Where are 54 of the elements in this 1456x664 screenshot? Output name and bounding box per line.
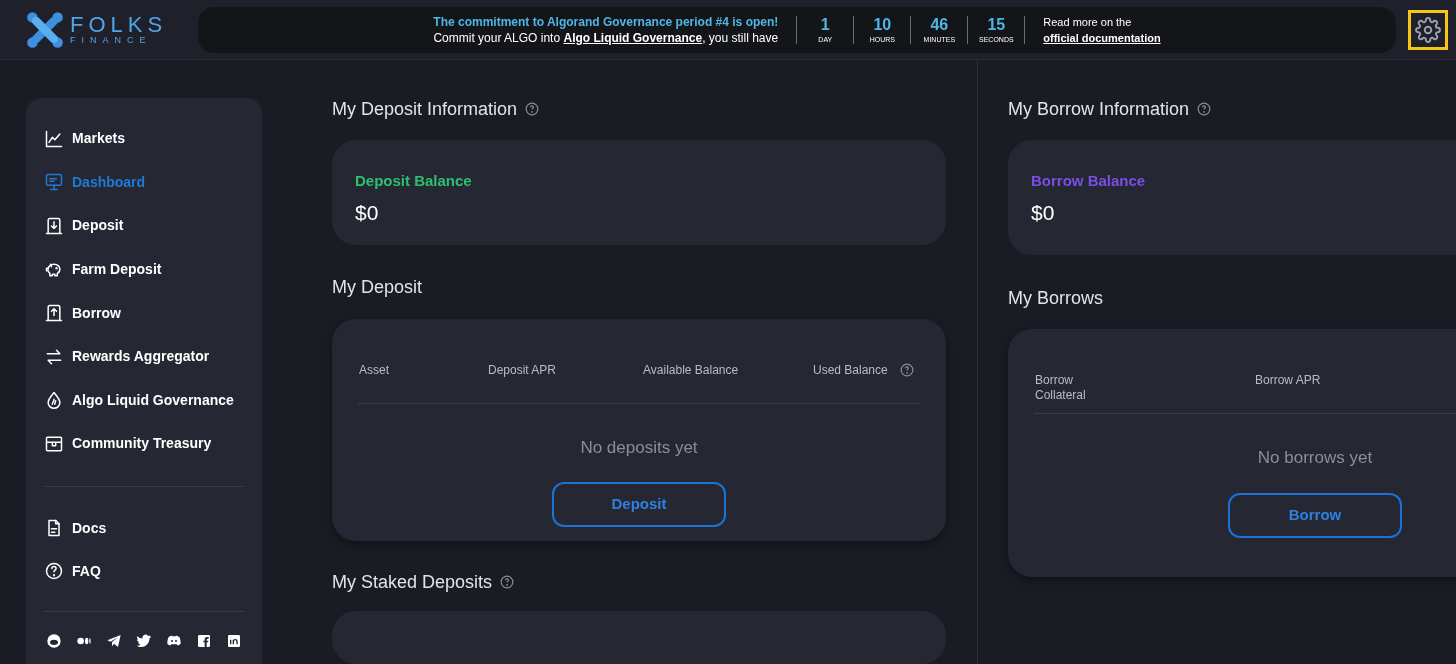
sidebar-item[interactable]: FAQ xyxy=(44,549,244,593)
sidebar-item[interactable]: Farm Deposit xyxy=(44,247,244,292)
column-header: Deposit APR xyxy=(488,362,557,378)
settings-button[interactable] xyxy=(1408,9,1448,50)
sidebar-item[interactable]: Community Treasury xyxy=(44,422,244,466)
help-icon[interactable] xyxy=(1197,102,1212,116)
section-title: My Deposit xyxy=(332,276,423,300)
help-icon[interactable] xyxy=(500,575,515,590)
drop-icon xyxy=(44,390,64,411)
sidebar-item[interactable]: Deposit xyxy=(44,204,244,248)
docs-note: Read more on the xyxy=(1043,14,1133,30)
countdown-value: 10 xyxy=(873,15,892,35)
column-header: Used Balance xyxy=(813,362,888,378)
countdown-value: 1 xyxy=(820,15,830,35)
empty-message: No borrows yet xyxy=(1257,447,1373,469)
column-header: Available Balance xyxy=(643,362,739,378)
section-title: My Borrows xyxy=(1008,286,1103,310)
sidebar-item[interactable]: Markets xyxy=(44,117,244,161)
column-header: Borrow Collateral xyxy=(1035,373,1087,403)
help-icon[interactable] xyxy=(899,362,914,377)
sidebar-item[interactable]: Algo Liquid Governance xyxy=(44,378,244,423)
banner-message: Commit your ALGO into Algo Liquid Governance, you still have xyxy=(433,29,779,46)
help-icon xyxy=(44,561,64,582)
facebook-icon[interactable] xyxy=(196,632,212,649)
twitter-icon[interactable] xyxy=(136,632,152,649)
logo-name: FOLKS xyxy=(70,14,168,36)
section-title: My Staked Deposits xyxy=(332,570,493,594)
logo-subtitle: FINANCE xyxy=(70,36,153,45)
countdown-value: 46 xyxy=(930,15,949,35)
sidebar-item[interactable]: Docs xyxy=(44,506,244,550)
upload-box-icon xyxy=(44,303,64,324)
column-header: Borrow APR xyxy=(1255,373,1321,388)
sidebar-item[interactable]: Rewards Aggregator xyxy=(44,334,244,379)
linkedin-icon[interactable] xyxy=(226,632,242,649)
chart-line-icon xyxy=(44,128,64,149)
countdown-value: 15 xyxy=(987,15,1006,35)
documentation-link[interactable]: official documentation xyxy=(1043,29,1161,46)
telegram-icon[interactable] xyxy=(106,632,122,649)
section-title: My Borrow Information xyxy=(1008,97,1190,121)
column-header: Asset xyxy=(359,362,389,378)
monitor-icon xyxy=(44,172,64,193)
empty-message: No deposits yet xyxy=(580,436,698,459)
balance-value: $0 xyxy=(355,199,380,226)
balance-label: Borrow Balance xyxy=(1031,171,1147,191)
borrow-button[interactable]: Borrow xyxy=(1228,492,1402,538)
section-title: My Deposit Information xyxy=(332,97,518,121)
balance-label: Deposit Balance xyxy=(355,171,473,191)
sidebar-item[interactable]: Borrow xyxy=(44,291,244,335)
help-icon[interactable] xyxy=(525,102,540,116)
deposit-button[interactable]: Deposit xyxy=(552,482,726,528)
balance-value: $0 xyxy=(1031,199,1056,226)
banner-headline: The commitment to Algorand Governance period #4 is open! xyxy=(433,13,779,30)
settings-icon xyxy=(1415,16,1441,43)
download-box-icon xyxy=(44,216,64,236)
